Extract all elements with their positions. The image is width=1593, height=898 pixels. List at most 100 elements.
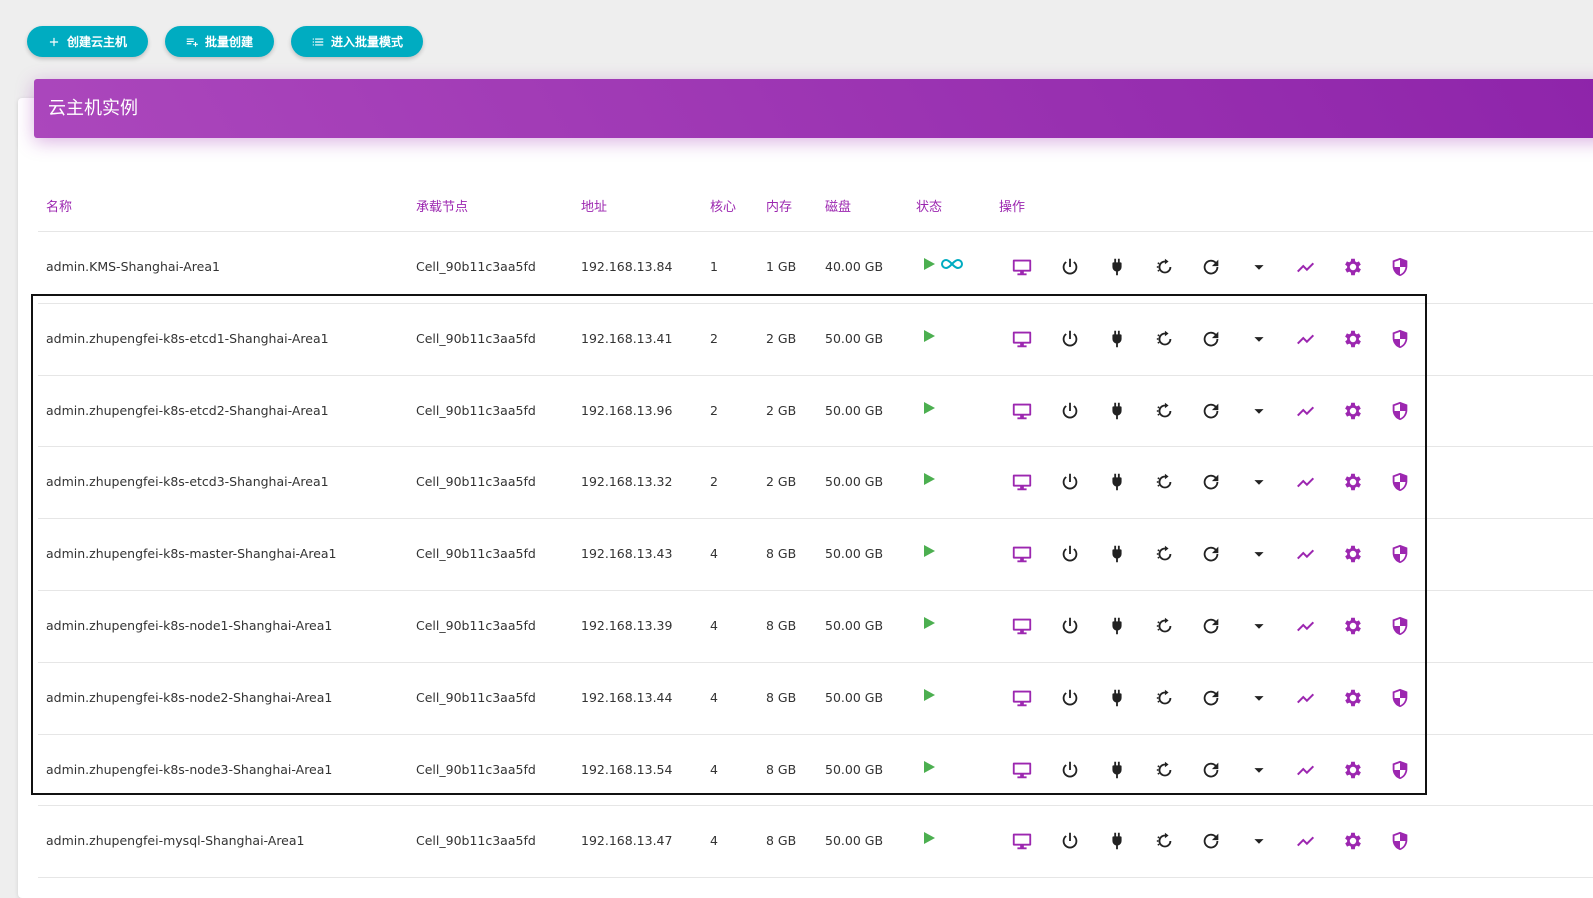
- chart-trend-icon[interactable]: [1295, 256, 1317, 278]
- monitor-icon[interactable]: [1011, 830, 1033, 852]
- restart-icon[interactable]: [1153, 543, 1175, 565]
- create-instance-button[interactable]: 创建云主机: [27, 26, 148, 57]
- monitor-icon[interactable]: [1011, 471, 1033, 493]
- security-shield-icon[interactable]: [1389, 687, 1411, 709]
- power-icon[interactable]: [1059, 543, 1081, 565]
- refresh-icon[interactable]: [1200, 759, 1222, 781]
- security-shield-icon[interactable]: [1389, 400, 1411, 422]
- restart-icon[interactable]: [1153, 830, 1175, 852]
- settings-gear-icon[interactable]: [1342, 400, 1364, 422]
- monitor-icon[interactable]: [1011, 400, 1033, 422]
- settings-gear-icon[interactable]: [1342, 256, 1364, 278]
- security-shield-icon[interactable]: [1389, 615, 1411, 637]
- restart-icon[interactable]: [1153, 615, 1175, 637]
- power-icon[interactable]: [1059, 400, 1081, 422]
- refresh-icon[interactable]: [1200, 400, 1222, 422]
- monitor-icon[interactable]: [1011, 543, 1033, 565]
- plug-icon[interactable]: [1106, 759, 1128, 781]
- cell-cores: 4: [710, 761, 718, 777]
- cell-node: Cell_90b11c3aa5fd: [416, 618, 536, 633]
- plug-icon[interactable]: [1106, 687, 1128, 709]
- dropdown-arrow-icon[interactable]: [1248, 328, 1270, 350]
- create-instance-label: 创建云主机: [67, 35, 128, 49]
- security-shield-icon[interactable]: [1389, 543, 1411, 565]
- refresh-icon[interactable]: [1200, 687, 1222, 709]
- power-icon[interactable]: [1059, 759, 1081, 781]
- refresh-icon[interactable]: [1200, 256, 1222, 278]
- dropdown-arrow-icon[interactable]: [1248, 471, 1270, 493]
- dropdown-arrow-icon[interactable]: [1248, 687, 1270, 709]
- power-icon[interactable]: [1059, 830, 1081, 852]
- settings-gear-icon[interactable]: [1342, 615, 1364, 637]
- security-shield-icon[interactable]: [1389, 759, 1411, 781]
- chart-trend-icon[interactable]: [1295, 471, 1317, 493]
- refresh-icon[interactable]: [1200, 830, 1222, 852]
- restart-icon[interactable]: [1153, 328, 1175, 350]
- power-icon[interactable]: [1059, 256, 1081, 278]
- security-shield-icon[interactable]: [1389, 471, 1411, 493]
- plug-icon[interactable]: [1106, 400, 1128, 422]
- settings-gear-icon[interactable]: [1342, 328, 1364, 350]
- dropdown-arrow-icon[interactable]: [1248, 400, 1270, 422]
- cell-disk: 50.00 GB: [825, 330, 884, 346]
- chart-trend-icon[interactable]: [1295, 830, 1317, 852]
- security-shield-icon[interactable]: [1389, 256, 1411, 278]
- monitor-icon[interactable]: [1011, 687, 1033, 709]
- chart-trend-icon[interactable]: [1295, 687, 1317, 709]
- cell-address: 192.168.13.43: [581, 546, 673, 562]
- power-icon[interactable]: [1059, 687, 1081, 709]
- chart-trend-icon[interactable]: [1295, 615, 1317, 637]
- cell-address: 192.168.13.54: [581, 761, 673, 777]
- plug-icon[interactable]: [1106, 830, 1128, 852]
- settings-gear-icon[interactable]: [1342, 543, 1364, 565]
- batch-create-button[interactable]: 批量创建: [165, 26, 274, 57]
- refresh-icon[interactable]: [1200, 328, 1222, 350]
- cell-memory: 8 GB: [766, 618, 797, 633]
- power-icon[interactable]: [1059, 615, 1081, 637]
- chart-trend-icon[interactable]: [1295, 328, 1317, 350]
- restart-icon[interactable]: [1153, 471, 1175, 493]
- restart-icon[interactable]: [1153, 759, 1175, 781]
- security-shield-icon[interactable]: [1389, 830, 1411, 852]
- dropdown-arrow-icon[interactable]: [1248, 256, 1270, 278]
- refresh-icon[interactable]: [1200, 471, 1222, 493]
- settings-gear-icon[interactable]: [1342, 759, 1364, 781]
- plug-icon[interactable]: [1106, 543, 1128, 565]
- restart-icon[interactable]: [1153, 687, 1175, 709]
- chart-trend-icon[interactable]: [1295, 543, 1317, 565]
- status-running-icon: [922, 328, 936, 347]
- monitor-icon[interactable]: [1011, 615, 1033, 637]
- chart-trend-icon[interactable]: [1295, 759, 1317, 781]
- dropdown-arrow-icon[interactable]: [1248, 543, 1270, 565]
- restart-icon[interactable]: [1153, 400, 1175, 422]
- cell-name: admin.zhupengfei-mysql-Shanghai-Area1: [46, 833, 305, 849]
- dropdown-arrow-icon[interactable]: [1248, 830, 1270, 852]
- cell-name: admin.zhupengfei-k8s-master-Shanghai-Are…: [46, 546, 337, 562]
- monitor-icon[interactable]: [1011, 256, 1033, 278]
- row-divider: [38, 733, 1593, 735]
- refresh-icon[interactable]: [1200, 543, 1222, 565]
- cell-disk: 50.00 GB: [825, 833, 884, 849]
- column-header: 内存: [766, 200, 793, 215]
- settings-gear-icon[interactable]: [1342, 471, 1364, 493]
- refresh-icon[interactable]: [1200, 615, 1222, 637]
- monitor-icon[interactable]: [1011, 328, 1033, 350]
- security-shield-icon[interactable]: [1389, 328, 1411, 350]
- power-icon[interactable]: [1059, 328, 1081, 350]
- batch-mode-button[interactable]: 进入批量模式: [291, 26, 423, 57]
- restart-icon[interactable]: [1153, 256, 1175, 278]
- monitor-icon[interactable]: [1011, 759, 1033, 781]
- plug-icon[interactable]: [1106, 471, 1128, 493]
- settings-gear-icon[interactable]: [1342, 687, 1364, 709]
- plug-icon[interactable]: [1106, 328, 1128, 350]
- settings-gear-icon[interactable]: [1342, 830, 1364, 852]
- plug-icon[interactable]: [1106, 256, 1128, 278]
- plus-icon: [49, 37, 59, 46]
- dropdown-arrow-icon[interactable]: [1248, 615, 1270, 637]
- dropdown-arrow-icon[interactable]: [1248, 759, 1270, 781]
- chart-trend-icon[interactable]: [1295, 400, 1317, 422]
- power-icon[interactable]: [1059, 471, 1081, 493]
- plug-icon[interactable]: [1106, 615, 1128, 637]
- cell-memory: 8 GB: [766, 761, 797, 777]
- cell-name: admin.zhupengfei-k8s-node2-Shanghai-Area…: [46, 689, 333, 705]
